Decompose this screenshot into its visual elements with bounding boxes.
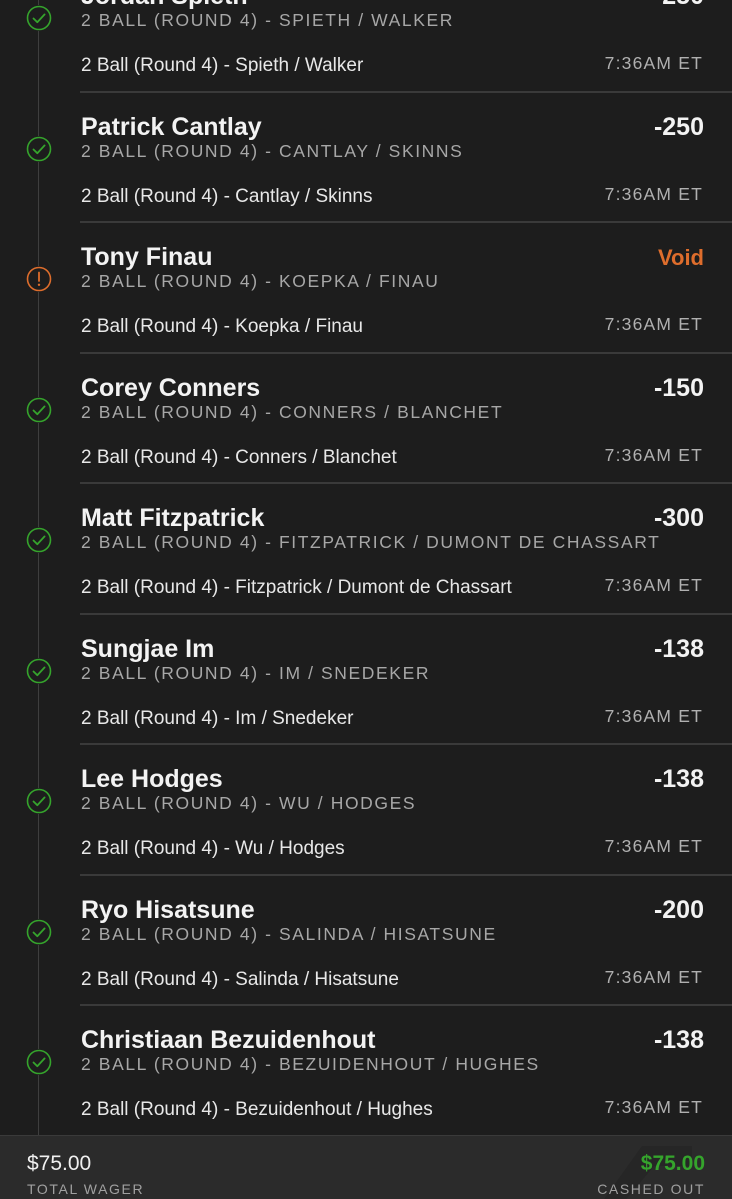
- bet-leg-row[interactable]: Sungjae Im -138 2 BALL (ROUND 4) - IM / SN…: [0, 615, 732, 745]
- market-name: 2 BALL (ROUND 4) - CONNERS / BLANCHET: [81, 401, 504, 422]
- odds-value: -300: [653, 504, 704, 532]
- selection-name: Corey Conners: [81, 373, 261, 402]
- event-time: 7:36AM ET: [604, 53, 703, 73]
- event-time: 7:36AM ET: [604, 836, 703, 856]
- odds-value: -138: [653, 1026, 704, 1054]
- event-name: 2 Ball (Round 4) - Im / Snedeker: [81, 707, 354, 729]
- check-circle-icon: [26, 5, 52, 31]
- odds-value: -138: [653, 634, 704, 663]
- bet-summary-footer: $75.00 TOTAL WAGER $75.00 CASHED OUT: [0, 1135, 732, 1199]
- selection-name: Christiaan Bezuidenhout: [81, 1026, 376, 1054]
- selection-name: Patrick Cantlay: [81, 112, 262, 141]
- event-name: 2 Ball (Round 4) - Conners / Blanchet: [81, 446, 397, 468]
- event-time: 7:36AM ET: [604, 444, 703, 465]
- total-wager-amount: $75.00: [27, 1152, 92, 1175]
- market-name: 2 BALL (ROUND 4) - BEZUIDENHOUT / HUGHES: [81, 1054, 540, 1074]
- event-time: 7:36AM ET: [604, 705, 703, 726]
- cashed-out-label: CASHED OUT: [597, 1181, 705, 1197]
- selection-name: Matt Fitzpatrick: [81, 504, 265, 532]
- check-circle-icon: [26, 657, 52, 684]
- odds-value: -250: [654, 0, 704, 11]
- event-name: 2 Ball (Round 4) - Salinda / Hisatsune: [81, 968, 399, 990]
- check-circle-icon: [26, 527, 52, 553]
- selection-name: Tony Finau: [81, 243, 213, 271]
- check-circle-icon: [26, 788, 52, 814]
- odds-value: -138: [653, 765, 704, 793]
- bet-legs-list: Jordan Spieth-2502 BALL (ROUND 4) - SPIE…: [0, 0, 732, 1137]
- bet-leg-row[interactable]: Tony Finau Void 2 BALL (ROUND 4) - KOEPKA …: [0, 223, 732, 354]
- event-name: 2 Ball (Round 4) - Cantlay / Skinns: [81, 185, 373, 207]
- market-name: 2 BALL (ROUND 4) - CANTLAY / SKINNS: [81, 140, 464, 161]
- event-time: 7:36AM ET: [604, 314, 703, 334]
- odds-value: -150: [653, 373, 704, 402]
- market-name: 2 BALL (ROUND 4) - SALINDA / HISATSUNE: [81, 923, 497, 944]
- bet-leg-row[interactable]: Jordan Spieth-2502 BALL (ROUND 4) - SPIE…: [0, 0, 732, 93]
- event-name: 2 Ball (Round 4) - Bezuidenhout / Hughes: [81, 1099, 433, 1120]
- event-name: 2 Ball (Round 4) - Fitzpatrick / Dumont …: [81, 577, 512, 598]
- alert-circle-icon: [26, 266, 52, 292]
- bet-leg-row[interactable]: Corey Conners -150 2 BALL (ROUND 4) - CONN…: [0, 354, 732, 484]
- market-name: 2 BALL (ROUND 4) - IM / SNEDEKER: [81, 662, 431, 683]
- check-circle-icon: [26, 1049, 52, 1075]
- bet-slip-screen: Jordan Spieth-2502 BALL (ROUND 4) - SPIE…: [0, 0, 732, 1199]
- bet-leg-row[interactable]: Christiaan Bezuidenhout -138 2 BALL (ROUND…: [0, 1006, 732, 1137]
- event-name: 2 Ball (Round 4) - Wu / Hodges: [81, 838, 345, 859]
- cashed-out-amount: $75.00: [640, 1152, 705, 1175]
- check-circle-icon: [26, 396, 52, 423]
- bet-leg-row[interactable]: Matt Fitzpatrick -300 2 BALL (ROUND 4) - F…: [0, 484, 732, 615]
- bet-leg-row[interactable]: Lee Hodges -138 2 BALL (ROUND 4) - WU / HO…: [0, 745, 732, 876]
- market-name: 2 BALL (ROUND 4) - WU / HODGES: [81, 793, 417, 813]
- bet-leg-row[interactable]: Ryo Hisatsune -200 2 BALL (ROUND 4) - SALI…: [0, 876, 732, 1006]
- selection-name: Ryo Hisatsune: [81, 895, 255, 924]
- market-name: 2 BALL (ROUND 4) - KOEPKA / FINAU: [81, 271, 440, 291]
- event-time: 7:36AM ET: [604, 1097, 703, 1117]
- market-name: 2 BALL (ROUND 4) - FITZPATRICK / DUMONT …: [81, 532, 661, 552]
- total-wager-label: TOTAL WAGER: [27, 1181, 145, 1197]
- event-time: 7:36AM ET: [604, 575, 703, 595]
- check-circle-icon: [26, 918, 52, 945]
- selection-name: Sungjae Im: [81, 634, 215, 663]
- event-time: 7:36AM ET: [604, 183, 703, 204]
- market-name: 2 BALL (ROUND 4) - SPIETH / WALKER: [81, 10, 455, 30]
- event-name: 2 Ball (Round 4) - Spieth / Walker: [81, 55, 364, 76]
- check-circle-icon: [26, 135, 52, 162]
- odds-value: -250: [653, 112, 704, 141]
- bet-leg-row[interactable]: Patrick Cantlay -250 2 BALL (ROUND 4) - CA…: [0, 93, 732, 223]
- void-status: Void: [657, 245, 704, 270]
- odds-value: -200: [653, 895, 704, 924]
- selection-name: Lee Hodges: [81, 765, 223, 793]
- event-time: 7:36AM ET: [604, 966, 703, 987]
- event-name: 2 Ball (Round 4) - Koepka / Finau: [81, 316, 363, 337]
